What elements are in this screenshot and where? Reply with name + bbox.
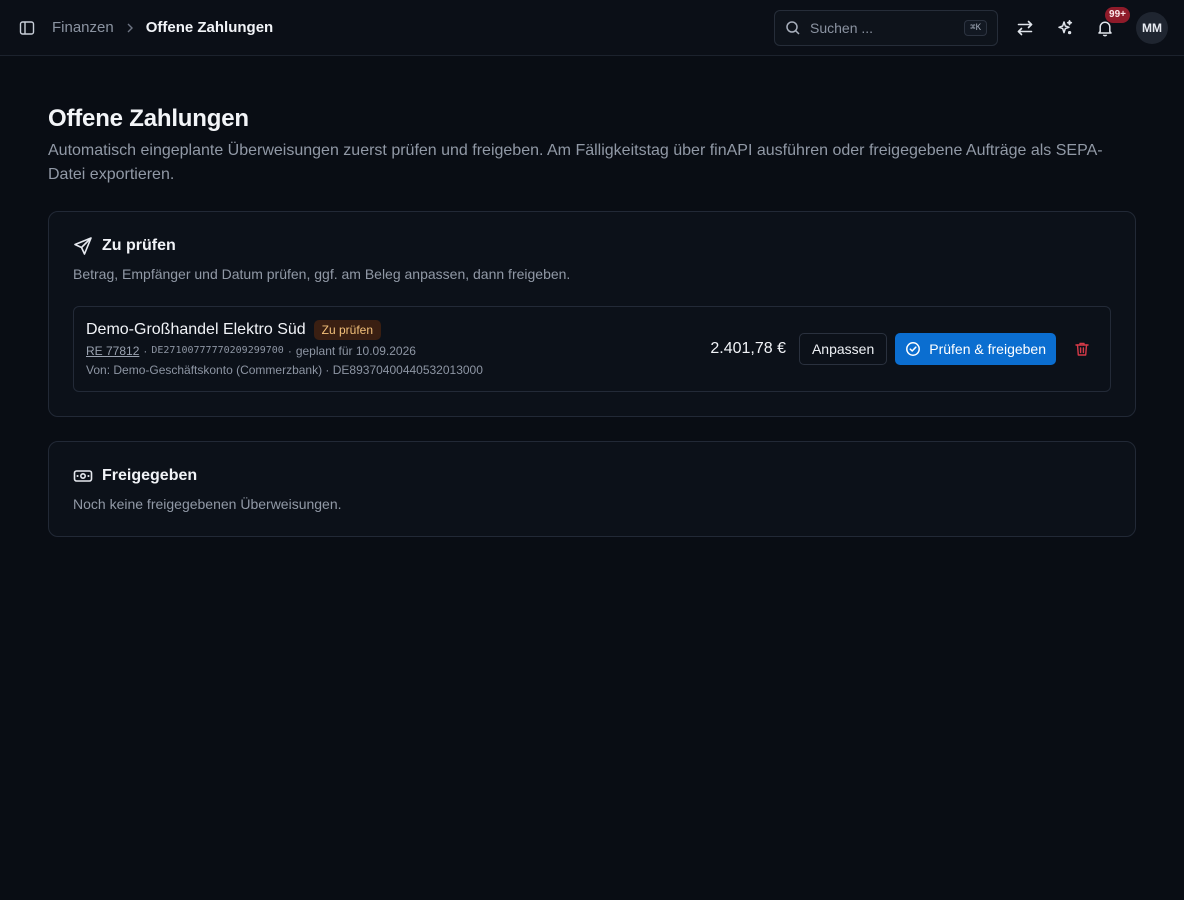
- breadcrumb-current: Offene Zahlungen: [145, 19, 274, 36]
- status-badge: Zu prüfen: [313, 319, 382, 340]
- search-input[interactable]: Suchen ... ⌘K: [774, 9, 998, 46]
- payment-row: Demo-Großhandel Elektro Süd Zu prüfen RE…: [73, 306, 1111, 392]
- search-shortcut-hint: ⌘K: [964, 19, 987, 36]
- check-circle-icon: [905, 341, 921, 357]
- approved-card-title: Freigegeben: [102, 467, 198, 484]
- review-card-title: Zu prüfen: [102, 237, 176, 254]
- approved-card-header: Freigegeben: [73, 466, 1111, 486]
- payment-recipient: Demo-Großhandel Elektro Süd: [86, 320, 306, 338]
- chevron-right-icon: [124, 22, 136, 34]
- page-title: Offene Zahlungen: [48, 105, 249, 132]
- source-account: Von: Demo-Geschäftskonto (Commerzbank) ·…: [86, 362, 483, 377]
- search-placeholder: Suchen ...: [810, 19, 874, 36]
- breadcrumb-parent-link[interactable]: Finanzen: [52, 19, 114, 36]
- switch-arrows-icon[interactable]: [1008, 11, 1042, 45]
- payment-amount: 2.401,78 €: [710, 340, 786, 357]
- search-icon: [785, 20, 801, 36]
- banknote-icon: [73, 466, 93, 486]
- payment-info: Demo-Großhandel Elektro Süd Zu prüfen RE…: [86, 319, 710, 379]
- user-avatar[interactable]: MM: [1136, 11, 1168, 44]
- sidebar-toggle-icon[interactable]: [16, 17, 38, 39]
- notifications-button[interactable]: 99+: [1088, 6, 1130, 45]
- review-card-header: Zu prüfen: [73, 236, 1111, 256]
- approve-button[interactable]: Prüfen & freigeben: [895, 333, 1056, 365]
- payment-meta: RE 77812 · DE27100777770209299700 · gepl…: [86, 342, 416, 360]
- trash-icon[interactable]: [1066, 333, 1098, 365]
- scheduled-date: geplant für 10.09.2026: [295, 343, 416, 358]
- approved-empty-message: Noch keine freigegebenen Überweisungen.: [73, 496, 342, 512]
- topbar-actions: Suchen ... ⌘K 99+ MM: [774, 6, 1168, 46]
- review-card: Zu prüfen Betrag, Empfänger und Datum pr…: [48, 211, 1136, 417]
- approve-button-label: Prüfen & freigeben: [929, 341, 1046, 357]
- recipient-iban: DE27100777770209299700: [151, 344, 284, 356]
- main-content: Offene Zahlungen Automatisch eingeplante…: [0, 56, 1184, 537]
- review-card-description: Betrag, Empfänger und Datum prüfen, ggf.…: [73, 266, 571, 282]
- top-bar: Finanzen Offene Zahlungen Suchen ... ⌘K: [0, 0, 1184, 56]
- notification-count-badge: 99+: [1105, 6, 1130, 23]
- sparkles-icon[interactable]: [1048, 11, 1082, 45]
- approved-card: Freigegeben Noch keine freigegebenen Übe…: [48, 441, 1136, 537]
- breadcrumb: Finanzen Offene Zahlungen: [52, 19, 273, 36]
- send-icon: [73, 236, 93, 256]
- adjust-button[interactable]: Anpassen: [798, 333, 888, 365]
- page-description: Automatisch eingeplante Überweisungen zu…: [48, 142, 1103, 183]
- invoice-reference-link[interactable]: RE 77812: [86, 342, 139, 360]
